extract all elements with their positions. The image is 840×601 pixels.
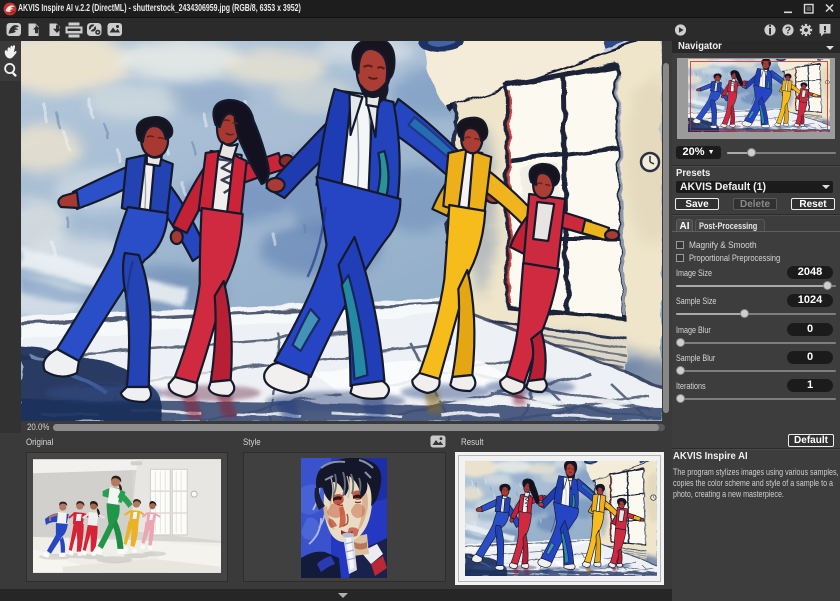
svg-text:?: ? bbox=[785, 26, 791, 37]
